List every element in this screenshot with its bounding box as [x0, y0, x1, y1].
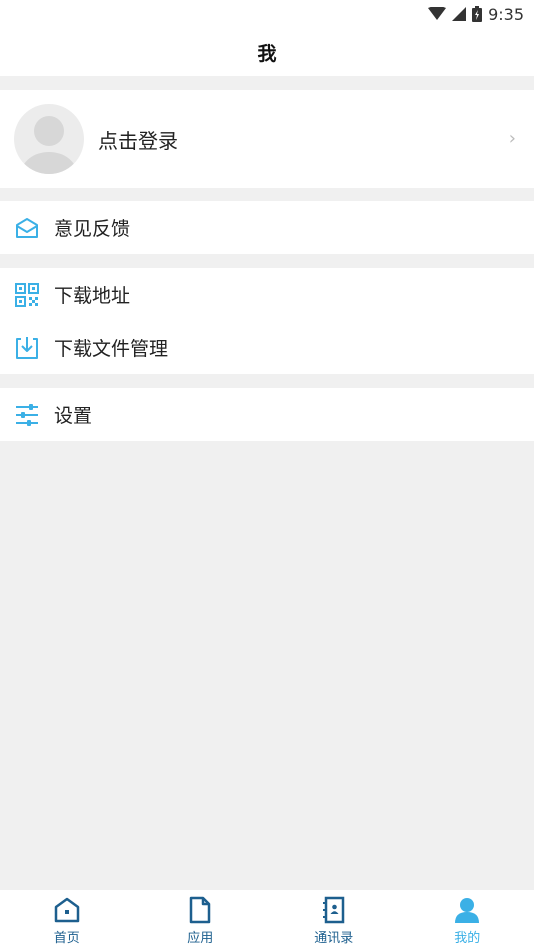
envelope-icon	[14, 215, 40, 241]
tab-label: 应用	[187, 931, 214, 946]
battery-icon	[472, 6, 483, 22]
tab-apps[interactable]: 应用	[134, 890, 267, 950]
menu-item-label: 设置	[54, 405, 93, 427]
status-time: 9:35	[488, 4, 524, 24]
avatar-placeholder-icon	[21, 116, 77, 174]
menu-item-label: 下载文件管理	[54, 338, 169, 360]
chevron-right-icon: ›	[508, 128, 516, 149]
login-label: 点击登录	[98, 128, 178, 153]
tab-label: 通讯录	[314, 931, 354, 946]
tab-home[interactable]: 首页	[0, 890, 133, 950]
download-icon	[14, 335, 40, 361]
sliders-icon	[14, 402, 40, 428]
contacts-icon	[321, 895, 347, 925]
tab-label: 我的	[454, 931, 481, 946]
bottom-tab-bar: 首页 应用 通讯录 我的	[0, 890, 534, 950]
menu-item-label: 意见反馈	[54, 218, 131, 240]
qr-code-icon	[14, 282, 40, 308]
menu-group-downloads: 下载地址 下载文件管理	[0, 268, 534, 374]
person-icon	[453, 895, 481, 925]
menu-item-feedback[interactable]: 意见反馈	[0, 201, 534, 254]
page-title: 我	[257, 42, 277, 65]
wifi-icon	[428, 7, 447, 20]
menu-group-feedback: 意见反馈	[0, 201, 534, 254]
home-icon	[53, 895, 81, 925]
signal-icon	[452, 7, 467, 21]
menu-item-download-address[interactable]: 下载地址	[0, 268, 534, 321]
menu-item-label: 下载地址	[54, 285, 131, 307]
avatar	[14, 104, 84, 174]
menu-item-download-manager[interactable]: 下载文件管理	[0, 321, 534, 374]
file-icon	[187, 895, 213, 925]
tab-mine[interactable]: 我的	[401, 890, 534, 950]
login-card[interactable]: 点击登录 ›	[0, 90, 534, 188]
tab-contacts[interactable]: 通讯录	[267, 890, 400, 950]
tab-label: 首页	[53, 931, 80, 946]
menu-group-settings: 设置	[0, 388, 534, 441]
menu-item-settings[interactable]: 设置	[0, 388, 534, 441]
status-bar: 9:35	[0, 0, 534, 28]
title-bar: 我	[0, 28, 534, 76]
